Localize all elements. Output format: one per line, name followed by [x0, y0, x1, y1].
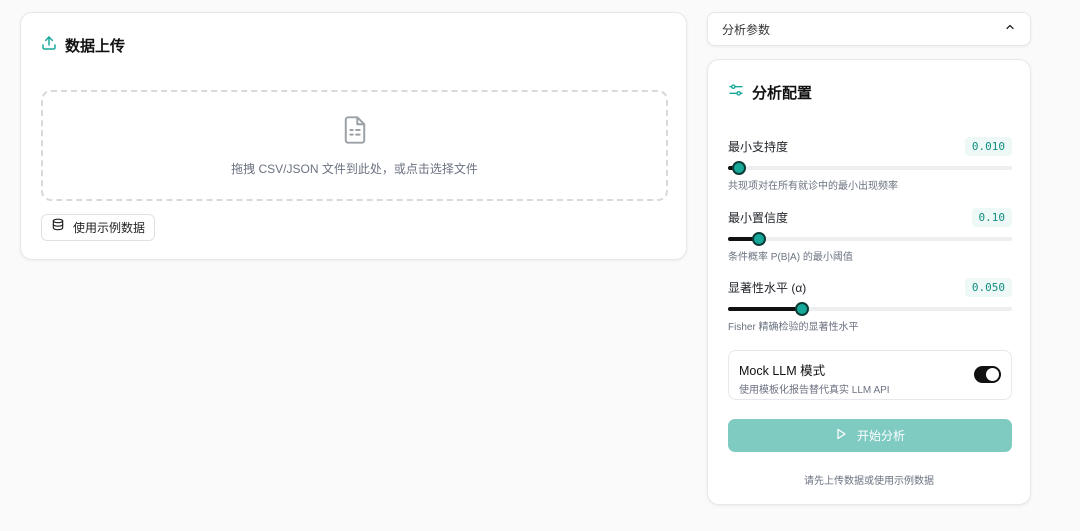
upload-card: 数据上传 拖拽 CSV/JSON 文件到此处，或点击选择文件 使用示例数据	[20, 12, 687, 260]
file-dropzone[interactable]: 拖拽 CSV/JSON 文件到此处，或点击选择文件	[41, 90, 668, 201]
mock-llm-title: Mock LLM 模式	[739, 364, 826, 378]
slider-thumb[interactable]	[732, 161, 747, 175]
param-name: 最小置信度	[728, 210, 789, 225]
slider-thumb[interactable]	[752, 232, 767, 246]
config-title: 分析配置	[752, 85, 813, 102]
slider-thumb[interactable]	[794, 302, 809, 316]
param-name: 最小支持度	[728, 139, 789, 154]
upload-hint: 请先上传数据或使用示例数据	[804, 476, 934, 487]
param-value: 0.050	[964, 277, 1012, 297]
use-sample-data-button[interactable]: 使用示例数据	[41, 214, 156, 241]
param-description: 共现项对在所有就诊中的最小出现频率	[728, 181, 898, 192]
start-button-label: 开始分析	[856, 429, 905, 443]
param-value: 0.10	[971, 207, 1012, 227]
min-support-param: 最小支持度 0.010 共现项对在所有就诊中的最小出现频率	[728, 136, 1012, 192]
file-spreadsheet-icon	[341, 115, 369, 150]
mock-llm-toggle[interactable]	[974, 366, 1001, 383]
mock-llm-option: Mock LLM 模式 使用模板化报告替代真实 LLM API	[728, 350, 1012, 400]
param-value: 0.010	[964, 136, 1012, 156]
analysis-config-card: 分析配置 最小支持度 0.010 共现项对在所有就诊中的最小出现频率 最小置信度…	[707, 59, 1031, 505]
chevron-up-icon	[1004, 20, 1016, 38]
significance-level-slider[interactable]	[728, 302, 1012, 316]
start-analysis-button[interactable]: 开始分析	[728, 419, 1012, 452]
min-confidence-slider[interactable]	[728, 232, 1012, 246]
sliders-icon	[728, 82, 744, 103]
param-description: 条件概率 P(B|A) 的最小阈值	[728, 252, 853, 263]
config-header: 分析配置	[728, 82, 812, 103]
min-support-slider[interactable]	[728, 161, 1012, 175]
upload-header: 数据上传	[41, 35, 125, 56]
param-description: Fisher 精确检验的显著性水平	[728, 322, 859, 333]
min-confidence-param: 最小置信度 0.10 条件概率 P(B|A) 的最小阈值	[728, 207, 1012, 263]
params-label: 分析参数	[722, 22, 771, 37]
param-name: 显著性水平 (α)	[728, 280, 807, 295]
sample-button-label: 使用示例数据	[73, 221, 146, 235]
dropzone-text: 拖拽 CSV/JSON 文件到此处，或点击选择文件	[231, 161, 478, 176]
upload-icon	[41, 35, 57, 56]
upload-title: 数据上传	[65, 38, 126, 55]
analysis-params-toggle[interactable]: 分析参数	[707, 12, 1031, 46]
play-icon	[835, 427, 847, 445]
mock-llm-subtitle: 使用模板化报告替代真实 LLM API	[739, 385, 890, 396]
significance-level-param: 显著性水平 (α) 0.050 Fisher 精确检验的显著性水平	[728, 277, 1012, 333]
database-icon	[51, 218, 65, 237]
